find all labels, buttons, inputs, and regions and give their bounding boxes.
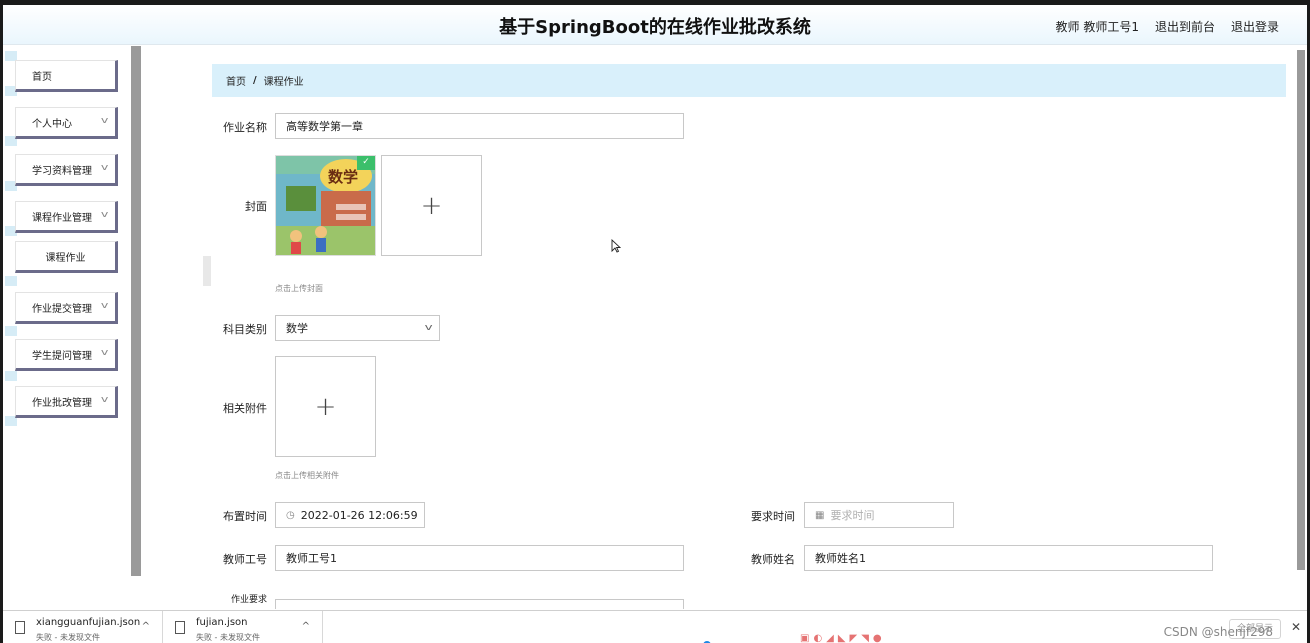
plus-icon: + [314, 391, 337, 422]
tray-icons: ▣◐◢◣◤◥● [800, 633, 886, 643]
sidebar-item-profile[interactable]: 个人中心 v [15, 107, 118, 139]
chevron-down-icon: v [100, 395, 109, 405]
download-bar: xiangguanfujian.json 失败 - 未发现文件 ^ fujian… [3, 610, 1307, 643]
sidebar-item-label: 作业提交管理 [32, 303, 92, 315]
calendar-icon: ▦ [815, 509, 825, 521]
chevron-down-icon: v [100, 210, 109, 220]
plus-icon: + [420, 190, 443, 221]
page-scrollbar-thumb[interactable] [1297, 50, 1305, 570]
download-item[interactable]: fujian.json 失败 - 未发现文件 ^ [163, 611, 323, 643]
sidebar-item-homework-mgmt[interactable]: 课程作业管理 v [15, 201, 118, 233]
current-user: 教师 教师工号1 [1055, 20, 1139, 34]
download-status: 失败 - 未发现文件 [36, 633, 100, 642]
file-icon [15, 621, 25, 634]
header-actions: 教师 教师工号1 退出到前台 退出登录 [1056, 18, 1279, 35]
assign-time-picker[interactable]: ◷ 2022-01-26 12:06:59 [275, 502, 425, 528]
homework-name-value: 高等数学第一章 [286, 120, 363, 133]
sidebar-item-materials[interactable]: 学习资料管理 v [15, 154, 118, 186]
due-time-picker[interactable]: ▦ 要求时间 [804, 502, 954, 528]
sidebar-item-submission-mgmt[interactable]: 作业提交管理 v [15, 292, 118, 324]
breadcrumb: 首页 / 课程作业 [212, 64, 1286, 97]
breadcrumb-home[interactable]: 首页 [226, 73, 246, 88]
assign-time-value: 2022-01-26 12:06:59 [300, 508, 418, 522]
subject-select[interactable]: 数学 v [275, 315, 440, 341]
download-filename: fujian.json [196, 617, 248, 628]
mouse-cursor-icon [611, 239, 621, 253]
cover-label: 封面 [245, 200, 267, 213]
teacher-id-input[interactable]: 教师工号1 [275, 545, 684, 571]
download-item[interactable]: xiangguanfujian.json 失败 - 未发现文件 ^ [3, 611, 163, 643]
sidebar-item-label: 作业批改管理 [32, 397, 92, 409]
chevron-down-icon: v [424, 323, 433, 333]
chevron-up-icon[interactable]: ^ [142, 621, 150, 632]
teacher-name-label: 教师姓名 [751, 553, 795, 566]
subject-label: 科目类别 [223, 323, 267, 336]
sidebar-item-grading-mgmt[interactable]: 作业批改管理 v [15, 386, 118, 418]
teacher-id-label: 教师工号 [223, 553, 267, 566]
due-time-placeholder: 要求时间 [830, 509, 875, 522]
teacher-name-input[interactable]: 教师姓名1 [804, 545, 1213, 571]
sidebar-item-label: 课程作业 [45, 252, 86, 264]
download-filename: xiangguanfujian.json [36, 617, 141, 628]
file-icon [175, 621, 185, 634]
textbook-cover-illustration [276, 156, 375, 255]
requirement-editor[interactable] [275, 599, 684, 609]
progress-dot [701, 639, 713, 643]
sidebar-item-label: 学生提问管理 [32, 350, 92, 362]
teacher-id-value: 教师工号1 [286, 552, 337, 565]
content-gutter [143, 46, 211, 606]
cover-upload-button[interactable]: + [381, 155, 482, 256]
back-to-front-link[interactable]: 退出到前台 [1155, 18, 1215, 35]
chevron-up-icon[interactable]: ^ [302, 621, 310, 632]
sidebar-scrollbar[interactable] [131, 46, 141, 576]
csdn-watermark: CSDN @shenjf298 [1163, 625, 1273, 639]
attachment-hint: 点击上传相关附件 [275, 471, 339, 480]
logout-link[interactable]: 退出登录 [1231, 18, 1279, 35]
sidebar: 首页 个人中心 v 学习资料管理 v 课程作业管理 v 课程作业 作业提交管理 … [3, 46, 143, 606]
sidebar-item-questions-mgmt[interactable]: 学生提问管理 v [15, 339, 118, 371]
teacher-name-value: 教师姓名1 [815, 552, 866, 565]
close-icon[interactable]: ✕ [1291, 620, 1301, 634]
sidebar-item-label: 个人中心 [32, 118, 72, 130]
breadcrumb-separator: / [253, 75, 257, 86]
assign-time-label: 布置时间 [223, 510, 267, 523]
sidebar-item-home[interactable]: 首页 [15, 60, 118, 92]
clock-icon: ◷ [286, 509, 295, 521]
requirement-label: 作业要求 [230, 595, 267, 605]
due-time-label: 要求时间 [751, 510, 795, 523]
check-icon: ✓ [357, 156, 375, 170]
attachment-upload-button[interactable]: + [275, 356, 376, 457]
chevron-down-icon: v [100, 348, 109, 358]
sidebar-subitem-homework[interactable]: 课程作业 [15, 241, 118, 273]
browser-window: 基于SpringBoot的在线作业批改系统 教师 教师工号1 退出到前台 退出登… [0, 0, 1310, 643]
sidebar-item-label: 课程作业管理 [32, 212, 92, 224]
chevron-down-icon: v [100, 163, 109, 173]
cover-image[interactable]: 数学 ✓ [275, 155, 376, 256]
chevron-down-icon: v [100, 301, 109, 311]
sidebar-item-label: 首页 [32, 71, 52, 83]
homework-name-input[interactable]: 高等数学第一章 [275, 113, 684, 139]
cover-hint: 点击上传封面 [275, 284, 323, 293]
subject-value: 数学 [286, 322, 308, 335]
chevron-down-icon: v [100, 116, 109, 126]
breadcrumb-current: 课程作业 [263, 77, 304, 88]
attachment-label: 相关附件 [223, 402, 267, 415]
sidebar-item-label: 学习资料管理 [32, 165, 92, 177]
top-header: 基于SpringBoot的在线作业批改系统 教师 教师工号1 退出到前台 退出登… [3, 5, 1307, 45]
page-scrollbar[interactable] [1295, 46, 1307, 606]
gutter-shade [203, 256, 211, 286]
download-status: 失败 - 未发现文件 [196, 633, 260, 642]
name-label: 作业名称 [223, 121, 267, 134]
cover-title: 数学 [328, 168, 359, 186]
